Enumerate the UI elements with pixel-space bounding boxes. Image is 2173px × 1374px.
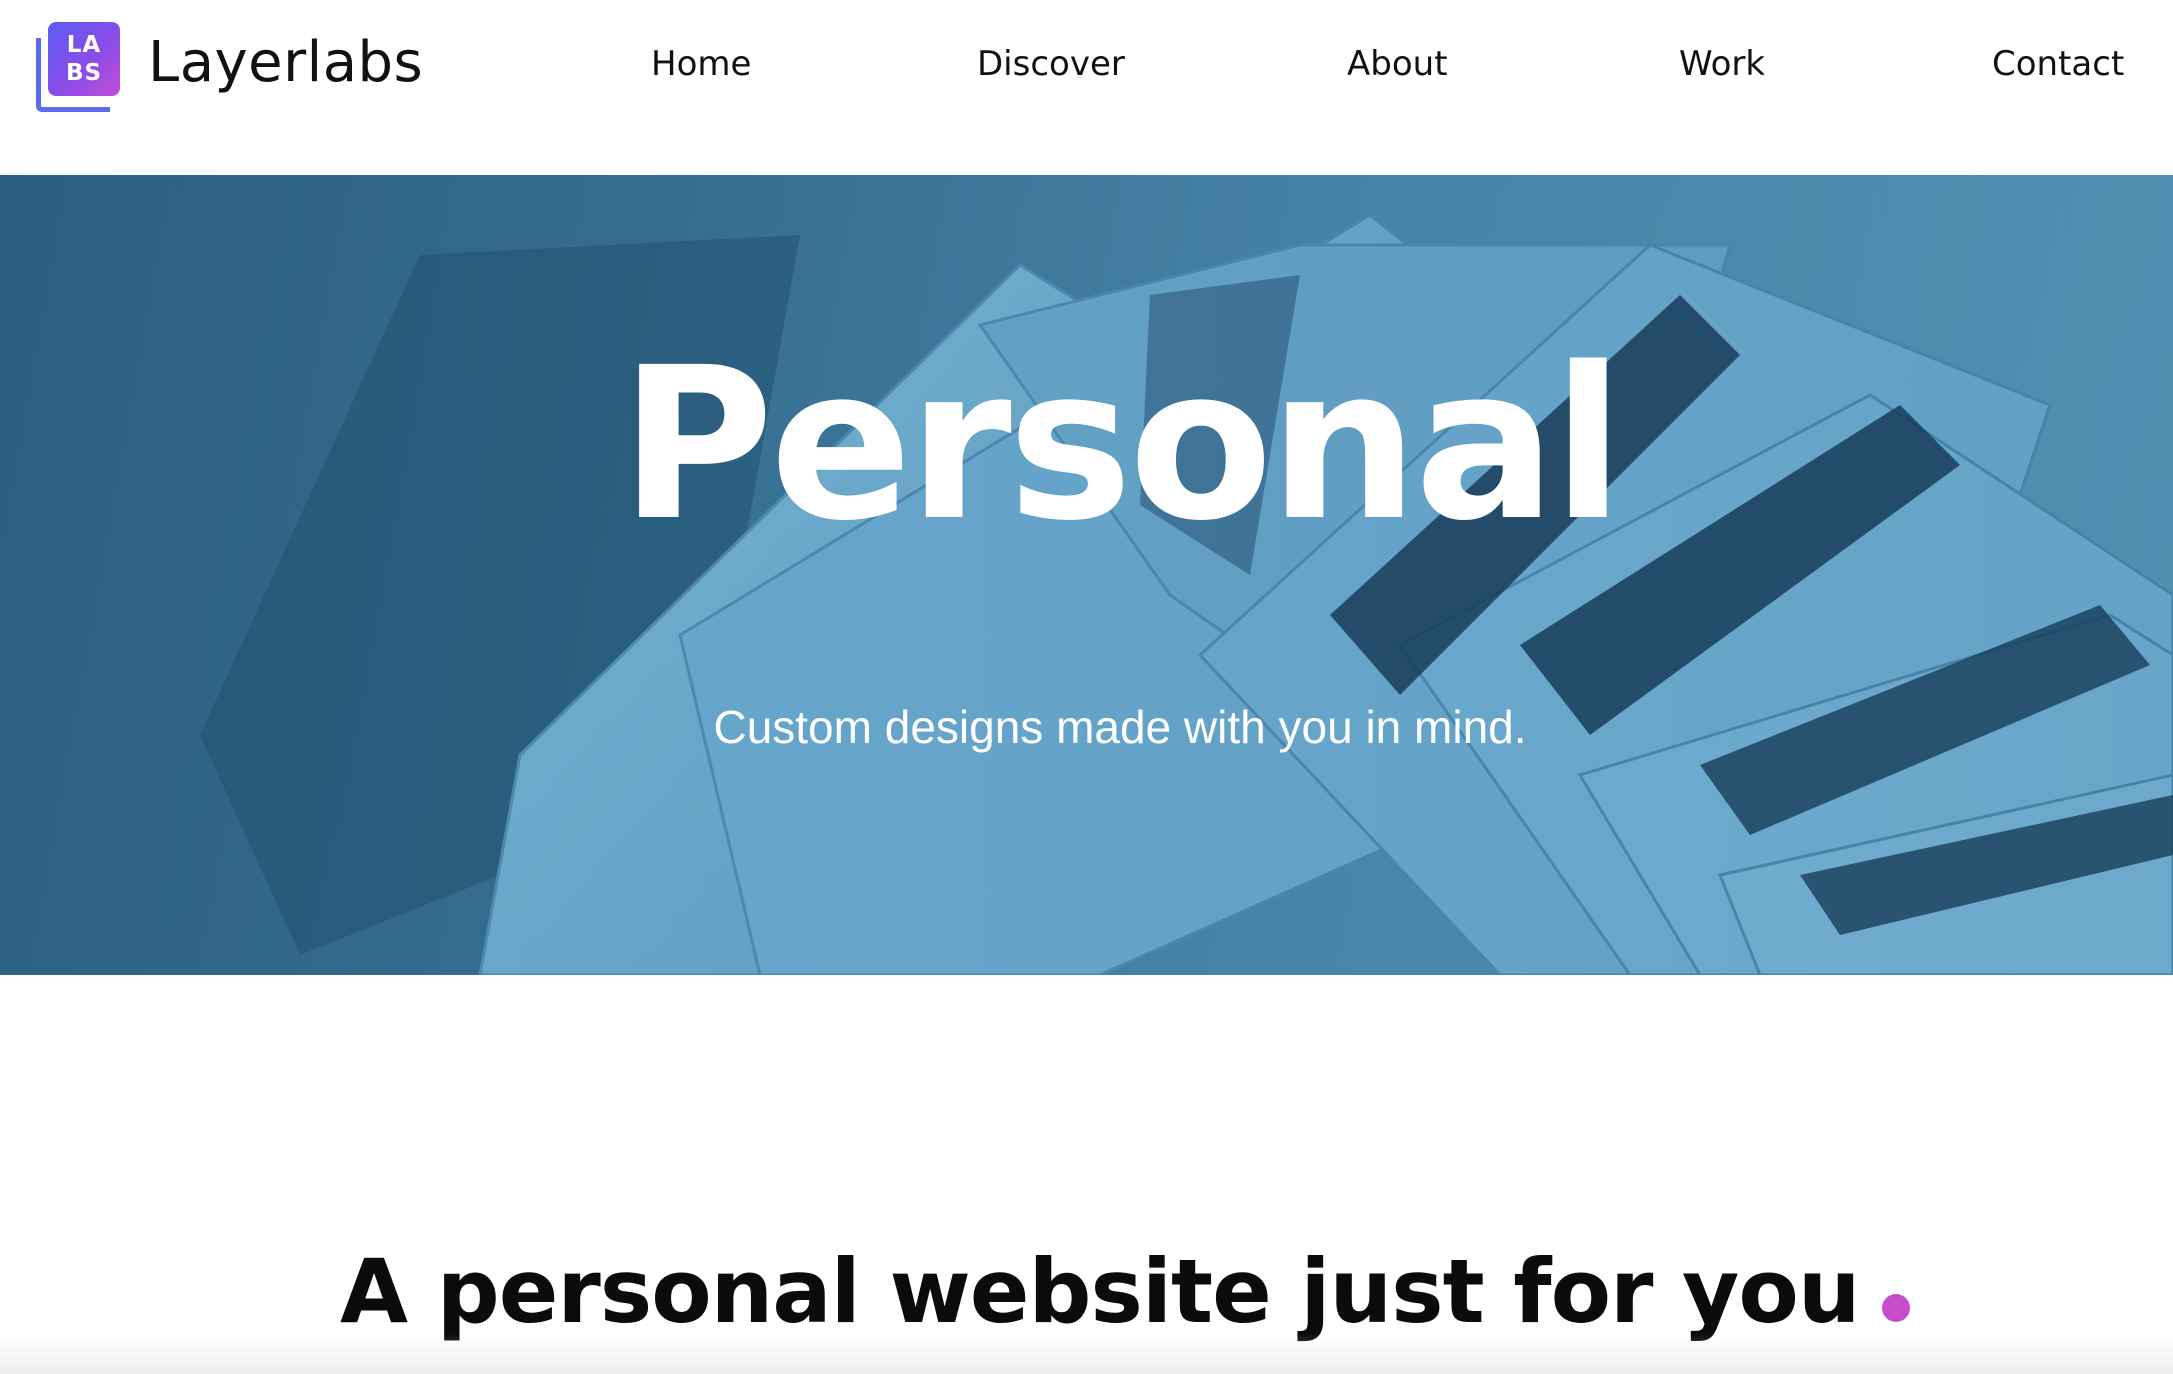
hero-title: Personal <box>619 322 1624 567</box>
nav-home-link[interactable]: Home <box>651 44 751 84</box>
site-header: LA BS Layerlabs Home Discover About Work… <box>0 0 2173 175</box>
nav-contact-link[interactable]: Contact <box>1992 44 2124 84</box>
hero-subtitle: Custom designs made with you in mind. <box>713 701 1527 753</box>
nav-about-link[interactable]: About <box>1347 44 1448 84</box>
accent-dot-icon <box>1881 1294 1910 1322</box>
main-nav: Home Discover About Work Contact <box>0 44 2173 94</box>
section-heading-text: A personal website just for you <box>340 1240 1861 1343</box>
nav-discover-link[interactable]: Discover <box>977 44 1125 84</box>
section-heading: A personal website just for you <box>340 1240 1910 1343</box>
bottom-fade <box>0 1334 2173 1374</box>
nav-work-link[interactable]: Work <box>1679 44 1765 84</box>
hero-banner: Personal Custom designs made with you in… <box>0 175 2173 975</box>
hero-background-image <box>0 175 2173 975</box>
